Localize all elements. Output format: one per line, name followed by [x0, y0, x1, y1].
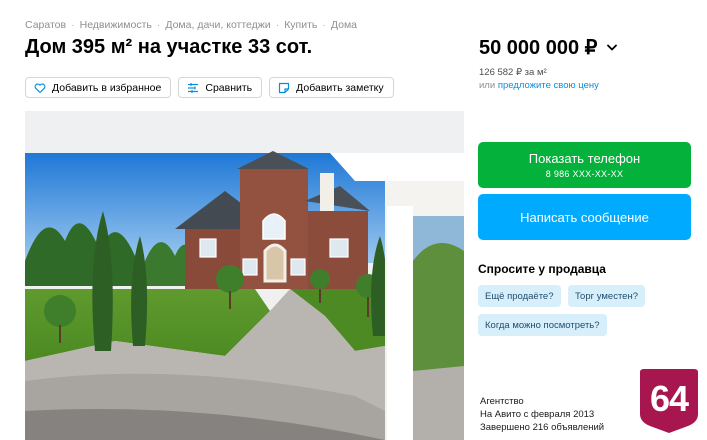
- add-note-label: Добавить заметку: [296, 81, 384, 94]
- note-icon: [279, 82, 290, 93]
- offer-price-link[interactable]: предложите свою цену: [498, 80, 599, 91]
- price-value: 50 000 000 ₽: [479, 37, 598, 59]
- seller-completed-ads: Завершено 216 объявлений: [480, 422, 605, 433]
- price-offer-prefix: или: [479, 80, 496, 91]
- listing-photo[interactable]: [25, 111, 464, 440]
- page-title: Дом 395 м² на участке 33 сот.: [25, 36, 313, 58]
- price-block[interactable]: 50 000 000 ₽: [479, 35, 618, 60]
- breadcrumb-item-city[interactable]: Саратов: [25, 19, 66, 31]
- breadcrumb-item-category[interactable]: Недвижимость: [80, 19, 152, 31]
- seller-info: Агентство На Авито с февраля 2013 Заверш…: [480, 395, 604, 434]
- price-offer-line: или предложите свою цену: [479, 80, 599, 91]
- compare-icon: [188, 82, 199, 93]
- channel-logo-text: 64: [649, 378, 689, 419]
- chevron-down-icon[interactable]: [607, 44, 618, 51]
- question-chip-bargain[interactable]: Торг уместен?: [568, 285, 645, 307]
- write-message-button[interactable]: Написать сообщение: [478, 194, 691, 240]
- show-phone-button[interactable]: Показать телефон 8 986 XXX-XX-XX: [478, 142, 691, 188]
- seller-since: На Авито с февраля 2013: [480, 409, 595, 420]
- seller-type: Агентство: [480, 396, 524, 407]
- heart-icon: [34, 82, 46, 93]
- add-to-favorites-label: Добавить в избранное: [52, 81, 162, 94]
- listing-actions: Добавить в избранное Сравнить Добавить з…: [25, 77, 394, 98]
- compare-label: Сравнить: [205, 81, 253, 94]
- breadcrumb: Саратов · Недвижимость · Дома, дачи, кот…: [25, 19, 357, 31]
- question-chip-still-selling[interactable]: Ещё продаёте?: [478, 285, 561, 307]
- breadcrumb-item-buy[interactable]: Купить: [284, 19, 317, 31]
- question-chip-when-view[interactable]: Когда можно посмотреть?: [478, 314, 607, 336]
- breadcrumb-item-houses[interactable]: Дома: [331, 19, 357, 31]
- add-to-favorites-button[interactable]: Добавить в избранное: [25, 77, 172, 98]
- breadcrumb-separator: ·: [322, 19, 326, 31]
- ask-seller-title: Спросите у продавца: [478, 262, 606, 276]
- breadcrumb-separator: ·: [275, 19, 280, 31]
- price-per-meter: 126 582 ₽ за м²: [479, 67, 547, 78]
- house-photo-image: [25, 111, 464, 440]
- breadcrumb-item-subcategory[interactable]: Дома, дачи, коттеджи: [165, 19, 270, 31]
- breadcrumb-separator: ·: [71, 19, 75, 31]
- breadcrumb-separator: ·: [156, 19, 161, 31]
- compare-button[interactable]: Сравнить: [178, 77, 263, 98]
- channel-logo: 64: [638, 368, 700, 434]
- add-note-button[interactable]: Добавить заметку: [269, 77, 394, 98]
- show-phone-label: Показать телефон: [528, 151, 641, 166]
- phone-number: 8 986 XXX-XX-XX: [545, 169, 624, 179]
